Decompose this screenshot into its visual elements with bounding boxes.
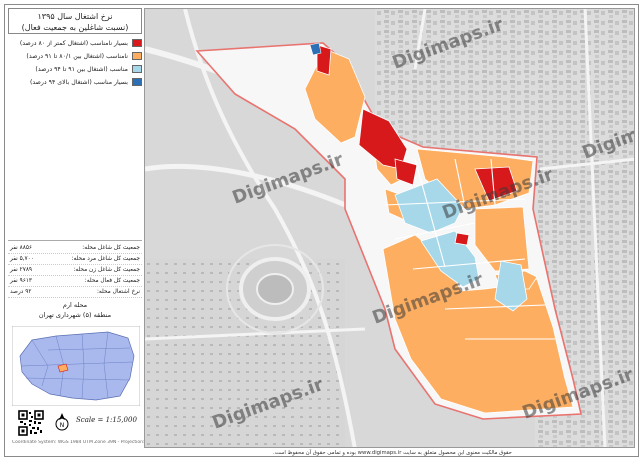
legend-swatch-very-poor	[132, 39, 142, 47]
legend: بسیار نامناسب (اشتغال کمتر از ۸۰ درصد) ن…	[8, 38, 142, 90]
map-title-line1: نرخ اشتغال سال ۱۳۹۵	[37, 12, 113, 21]
legend-item: بسیار نامناسب (اشتغال کمتر از ۸۰ درصد)	[8, 38, 142, 49]
stat-key: جمعیت کل شاغل زن محله:	[73, 267, 140, 273]
location-label: محله ارم منطقه (۵) شهرداری تهران	[8, 300, 142, 320]
stat-row: جمعیت کل فعال محله: ۹۶۱۳ نفر	[8, 276, 142, 287]
stat-key: جمعیت کل شاغل محله:	[82, 245, 140, 251]
north-arrow-icon: N	[55, 413, 69, 431]
legend-item: بسیار مناسب (اشتغال بالای ۹۴ درصد)	[8, 77, 142, 88]
qr-code-icon	[18, 410, 44, 436]
stat-value: ۹۲ درصد	[10, 289, 32, 295]
stat-value: ۵,۷۰۰ نفر	[10, 256, 34, 262]
legend-swatch-poor	[132, 52, 142, 60]
district-name: منطقه (۵) شهرداری تهران	[38, 311, 112, 319]
stat-row: جمعیت کل شاغل زن محله: ۲۷۸۹ نفر	[8, 265, 142, 276]
stadium-feature	[226, 244, 324, 334]
legend-swatch-good	[132, 65, 142, 73]
stat-value: ۸۸۵۶ نفر	[10, 245, 33, 251]
stat-row: جمعیت کل شاغل محله: ۸۸۵۶ نفر	[8, 243, 142, 254]
main-map: Digimaps.ir Digimaps.ir Digimaps.ir Digi…	[144, 8, 635, 448]
statistics-table: جمعیت کل شاغل محله: ۸۸۵۶ نفر جمعیت کل شاغ…	[8, 240, 142, 298]
map-canvas: Digimaps.ir Digimaps.ir Digimaps.ir Digi…	[145, 9, 634, 447]
stat-key: جمعیت کل شاغل مرد محله:	[71, 256, 140, 262]
stat-row: جمعیت کل شاغل مرد محله: ۵,۷۰۰ نفر	[8, 254, 142, 265]
neighborhood-name: محله ارم	[62, 301, 88, 309]
stat-row: نرخ اشتغال محله: ۹۲ درصد	[8, 287, 142, 298]
scale-label: Scale = 1:15,000	[76, 416, 137, 424]
legend-item: نامناسب (اشتغال بین ۸۰/۱ تا ۹۱ درصد)	[8, 51, 142, 62]
map-title: نرخ اشتغال سال ۱۳۹۵ (نسبت شاغلین به جمعی…	[8, 8, 142, 34]
legend-label: بسیار نامناسب (اشتغال کمتر از ۸۰ درصد)	[19, 40, 128, 47]
stat-key: نرخ اشتغال محله:	[96, 289, 140, 295]
stat-key: جمعیت کل فعال محله:	[84, 278, 140, 284]
legend-panel: نرخ اشتغال سال ۱۳۹۵ (نسبت شاغلین به جمعی…	[8, 8, 146, 448]
legend-label: بسیار مناسب (اشتغال بالای ۹۴ درصد)	[29, 79, 128, 86]
legend-item: مناسب (اشتغال بین ۹۱ تا ۹۴ درصد)	[8, 64, 142, 75]
map-title-line2: (نسبت شاغلین به جمعیت فعال)	[21, 23, 129, 32]
projection-credit: Coordinate System: WGS 1984 UTM Zone 39N…	[12, 440, 146, 445]
legend-label: نامناسب (اشتغال بین ۸۰/۱ تا ۹۱ درصد)	[26, 53, 128, 60]
copyright-footer: حقوق مالکیت معنوی این محصول متعلق به سای…	[273, 450, 512, 456]
legend-label: مناسب (اشتغال بین ۹۱ تا ۹۴ درصد)	[35, 66, 128, 73]
stat-value: ۲۷۸۹ نفر	[10, 267, 33, 273]
svg-text:N: N	[60, 422, 65, 429]
locator-inset-map	[12, 326, 140, 406]
stat-value: ۹۶۱۳ نفر	[10, 278, 33, 284]
legend-swatch-very-good	[132, 78, 142, 86]
